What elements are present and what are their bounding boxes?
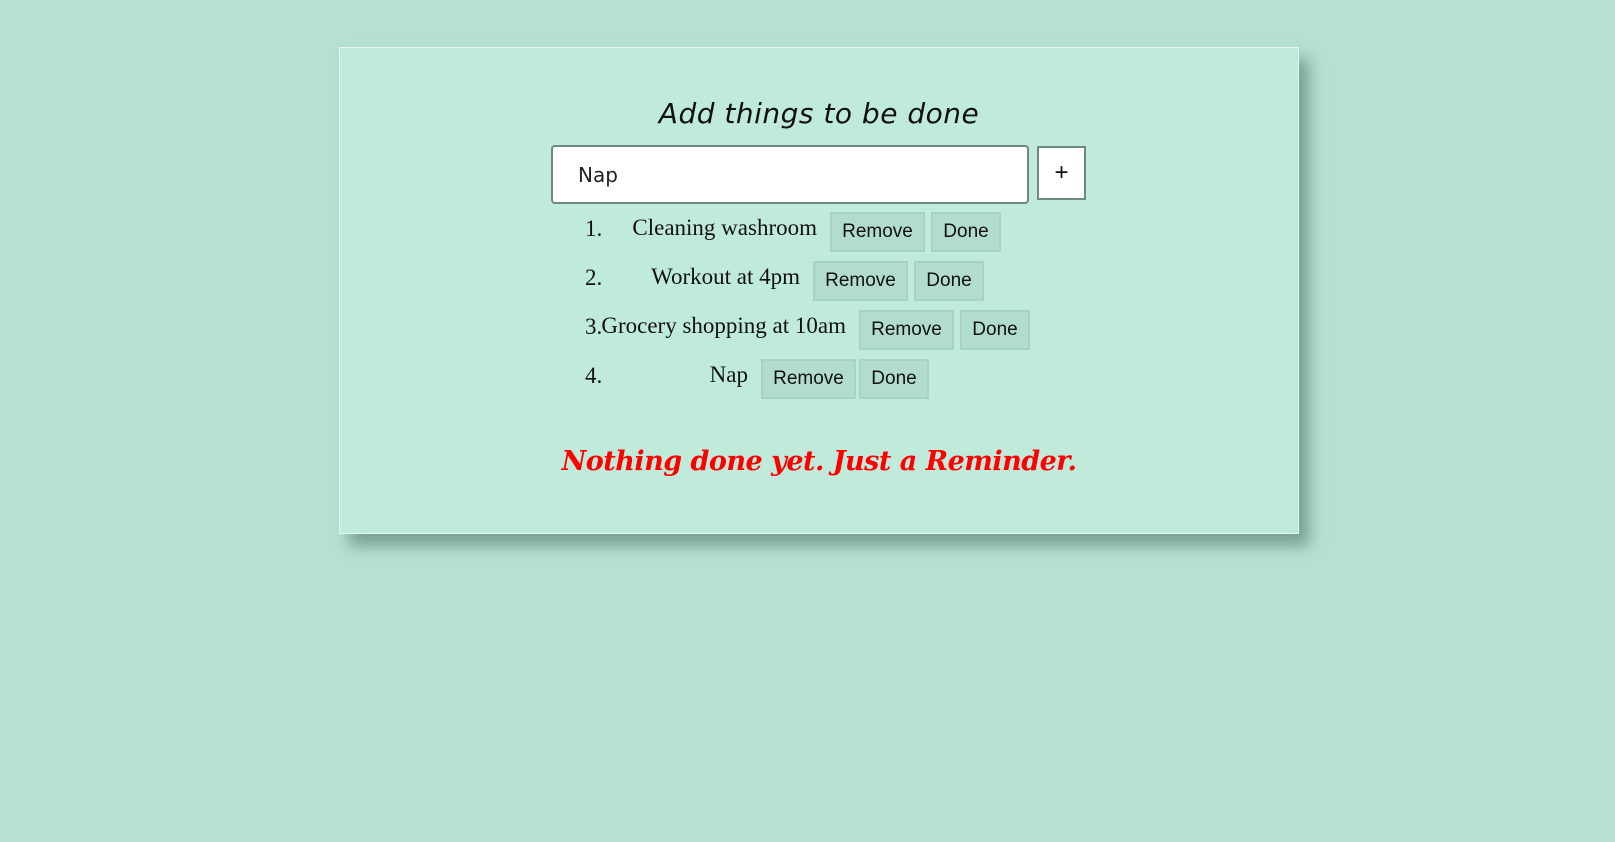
task-input[interactable] — [551, 145, 1029, 204]
page-title: Add things to be done — [658, 97, 980, 130]
task-text: Nap — [709, 362, 748, 387]
task-text: Grocery shopping at 10am — [601, 313, 846, 338]
done-button[interactable]: Done — [931, 212, 1001, 252]
status-message: Nothing done yet. Just a Reminder. — [561, 446, 1077, 477]
done-button[interactable]: Done — [960, 310, 1030, 350]
task-number: 4. — [585, 363, 603, 388]
task-text: Workout at 4pm — [651, 264, 800, 289]
task-number: 3. — [585, 314, 603, 339]
done-button[interactable]: Done — [859, 359, 929, 399]
add-task-button[interactable]: + — [1037, 146, 1086, 200]
todo-card: Add things to be done + 1. Cleaning wash… — [339, 47, 1299, 534]
remove-button[interactable]: Remove — [813, 261, 908, 301]
remove-button[interactable]: Remove — [761, 359, 856, 399]
remove-button[interactable]: Remove — [859, 310, 954, 350]
task-text: Cleaning washroom — [632, 215, 817, 240]
task-number: 2. — [585, 265, 603, 290]
done-button[interactable]: Done — [914, 261, 984, 301]
task-number: 1. — [585, 216, 603, 241]
remove-button[interactable]: Remove — [830, 212, 925, 252]
